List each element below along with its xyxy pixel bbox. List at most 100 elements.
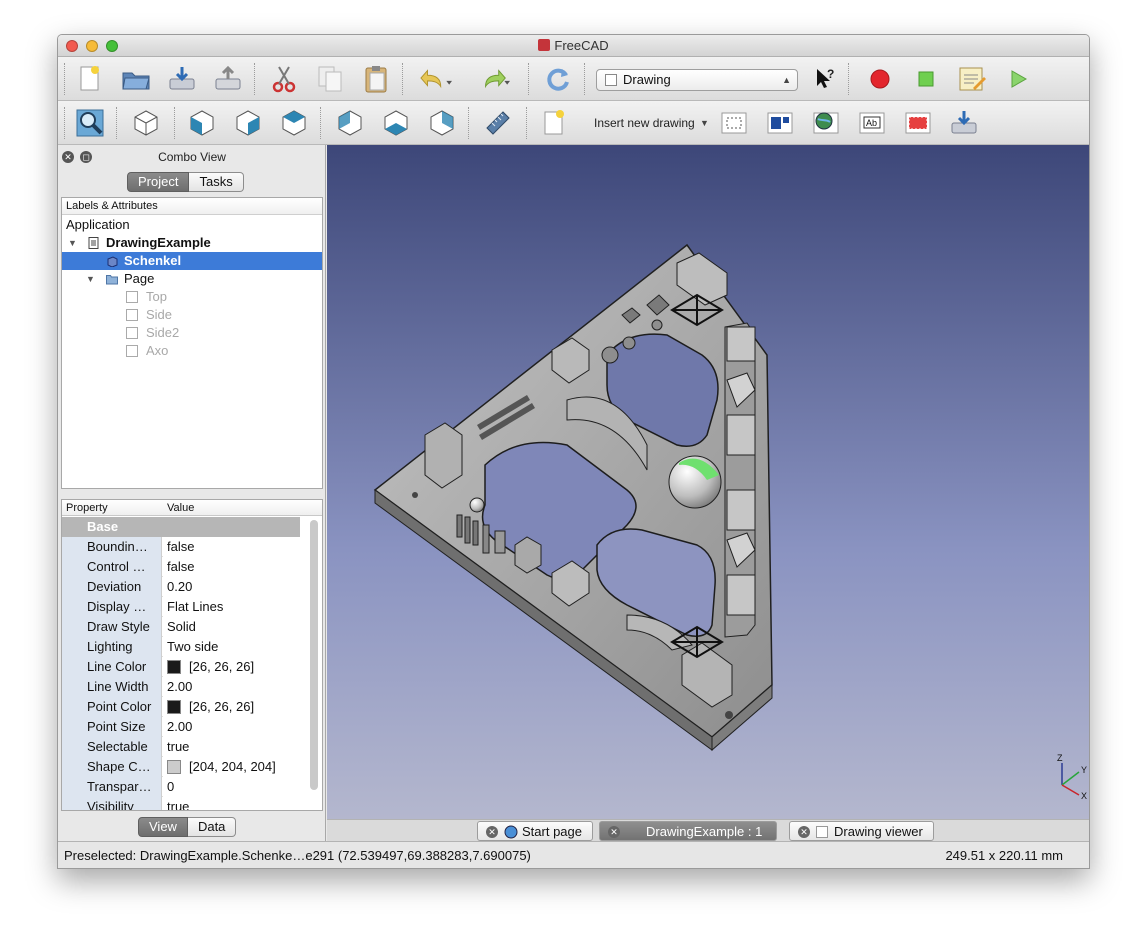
save-button[interactable] — [166, 63, 198, 95]
refresh-button[interactable] — [542, 63, 574, 95]
property-row[interactable]: Point Size 2.00 — [62, 717, 300, 737]
tab-project[interactable]: Project — [127, 172, 190, 192]
tree-item-document[interactable]: ▼ DrawingExample — [62, 234, 322, 252]
tree-item-view-side[interactable]: Side — [62, 306, 322, 324]
open-document-button[interactable] — [120, 63, 152, 95]
close-icon[interactable]: ✕ — [486, 826, 498, 838]
view-checkbox[interactable] — [126, 327, 138, 339]
property-row[interactable]: Selectable true — [62, 737, 300, 757]
close-icon[interactable]: ✕ — [62, 151, 74, 163]
tree-item-view-axo[interactable]: Axo — [62, 342, 322, 360]
macro-run-button[interactable] — [1002, 63, 1034, 95]
property-value[interactable]: Two side — [163, 637, 300, 657]
property-value[interactable]: 0 — [163, 777, 300, 797]
color-swatch[interactable] — [167, 700, 181, 714]
undo-button[interactable] — [420, 63, 452, 95]
view-checkbox[interactable] — [126, 345, 138, 357]
right-view-button[interactable] — [278, 107, 310, 139]
tab-view[interactable]: View — [138, 817, 188, 837]
open-browser-view-button[interactable] — [810, 107, 842, 139]
property-value[interactable]: Flat Lines — [163, 597, 300, 617]
macro-stop-button[interactable] — [910, 63, 942, 95]
export-page-button[interactable] — [948, 107, 980, 139]
cut-button[interactable] — [268, 63, 300, 95]
property-group-base[interactable]: Base — [62, 517, 300, 537]
property-value[interactable]: [204, 204, 204] — [163, 757, 300, 777]
tree-item-view-top[interactable]: Top — [62, 288, 322, 306]
property-row[interactable]: Deviation 0.20 — [62, 577, 300, 597]
property-value[interactable]: Solid — [163, 617, 300, 637]
redo-button[interactable] — [478, 63, 510, 95]
property-row[interactable]: Transpar… 0 — [62, 777, 300, 797]
copy-button[interactable] — [314, 63, 346, 95]
property-row[interactable]: Shape C… [204, 204, 204] — [62, 757, 300, 777]
insert-new-drawing-label[interactable]: Insert new drawing — [594, 116, 695, 130]
property-value[interactable]: [26, 26, 26] — [163, 697, 300, 717]
front-view-button[interactable] — [186, 107, 218, 139]
tree-item-application[interactable]: Application — [62, 216, 322, 234]
axonometric-view-button[interactable] — [130, 107, 162, 139]
property-row[interactable]: Line Color [26, 26, 26] — [62, 657, 300, 677]
property-value[interactable]: false — [163, 537, 300, 557]
left-view-button[interactable] — [426, 107, 458, 139]
chevron-down-icon[interactable]: ▼ — [700, 118, 709, 128]
workbench-selector[interactable]: Drawing ▲ — [596, 69, 798, 91]
float-icon[interactable]: ◻ — [80, 151, 92, 163]
disclosure-triangle-icon[interactable]: ▼ — [86, 270, 95, 288]
property-value[interactable]: false — [163, 557, 300, 577]
property-row[interactable]: Boundin… false — [62, 537, 300, 557]
doc-tab-start-page[interactable]: ✕ Start page — [477, 821, 593, 841]
annotation-button[interactable]: Ab — [856, 107, 888, 139]
clip-view-button[interactable] — [902, 107, 934, 139]
tree-item-view-side2[interactable]: Side2 — [62, 324, 322, 342]
top-view-button[interactable] — [232, 107, 264, 139]
disclosure-triangle-icon[interactable]: ▼ — [68, 234, 77, 252]
tree-item-schenkel[interactable]: Schenkel — [62, 252, 322, 270]
ortho-views-button[interactable] — [764, 107, 796, 139]
tab-data[interactable]: Data — [187, 817, 237, 837]
property-value[interactable]: true — [163, 797, 300, 810]
window-close-button[interactable] — [66, 40, 78, 52]
property-value[interactable]: [26, 26, 26] — [163, 657, 300, 677]
property-row[interactable]: Point Color [26, 26, 26] — [62, 697, 300, 717]
whats-this-button[interactable]: ? — [809, 63, 841, 95]
property-row[interactable]: Visibility true — [62, 797, 300, 810]
color-swatch[interactable] — [167, 760, 181, 774]
property-row[interactable]: Lighting Two side — [62, 637, 300, 657]
doc-tab-drawing-example[interactable]: ✕ DrawingExample : 1 — [599, 821, 778, 841]
property-scrollbar[interactable] — [310, 520, 318, 790]
property-value[interactable]: true — [163, 737, 300, 757]
tab-tasks[interactable]: Tasks — [189, 172, 244, 192]
new-document-button[interactable] — [74, 63, 106, 95]
save-as-button[interactable] — [212, 63, 244, 95]
fit-all-button[interactable] — [74, 107, 106, 139]
paste-button[interactable] — [360, 63, 392, 95]
tree-item-page[interactable]: ▼ Page — [62, 270, 322, 288]
macro-edit-button[interactable] — [956, 63, 988, 95]
property-row[interactable]: Line Width 2.00 — [62, 677, 300, 697]
bottom-view-button[interactable] — [380, 107, 412, 139]
view-checkbox[interactable] — [126, 309, 138, 321]
3d-viewport[interactable]: Z Y X — [327, 145, 1089, 819]
color-swatch[interactable] — [167, 660, 181, 674]
property-row[interactable]: Control … false — [62, 557, 300, 577]
window-minimize-button[interactable] — [86, 40, 98, 52]
close-icon[interactable]: ✕ — [798, 826, 810, 838]
property-value[interactable]: 0.20 — [163, 577, 300, 597]
new-page-button[interactable] — [538, 107, 570, 139]
property-row[interactable]: Draw Style Solid — [62, 617, 300, 637]
property-value[interactable]: 2.00 — [163, 677, 300, 697]
window-zoom-button[interactable] — [106, 40, 118, 52]
macro-record-button[interactable] — [864, 63, 896, 95]
property-name: Lighting — [62, 637, 162, 657]
property-name: Line Width — [62, 677, 162, 697]
view-checkbox[interactable] — [126, 291, 138, 303]
rear-view-button[interactable] — [334, 107, 366, 139]
toolbar-separator — [848, 63, 849, 95]
property-row[interactable]: Display … Flat Lines — [62, 597, 300, 617]
property-value[interactable]: 2.00 — [163, 717, 300, 737]
close-icon[interactable]: ✕ — [608, 826, 620, 838]
doc-tab-drawing-viewer[interactable]: ✕ Drawing viewer — [789, 821, 934, 841]
insert-view-button[interactable] — [718, 107, 750, 139]
measure-distance-button[interactable] — [482, 107, 514, 139]
